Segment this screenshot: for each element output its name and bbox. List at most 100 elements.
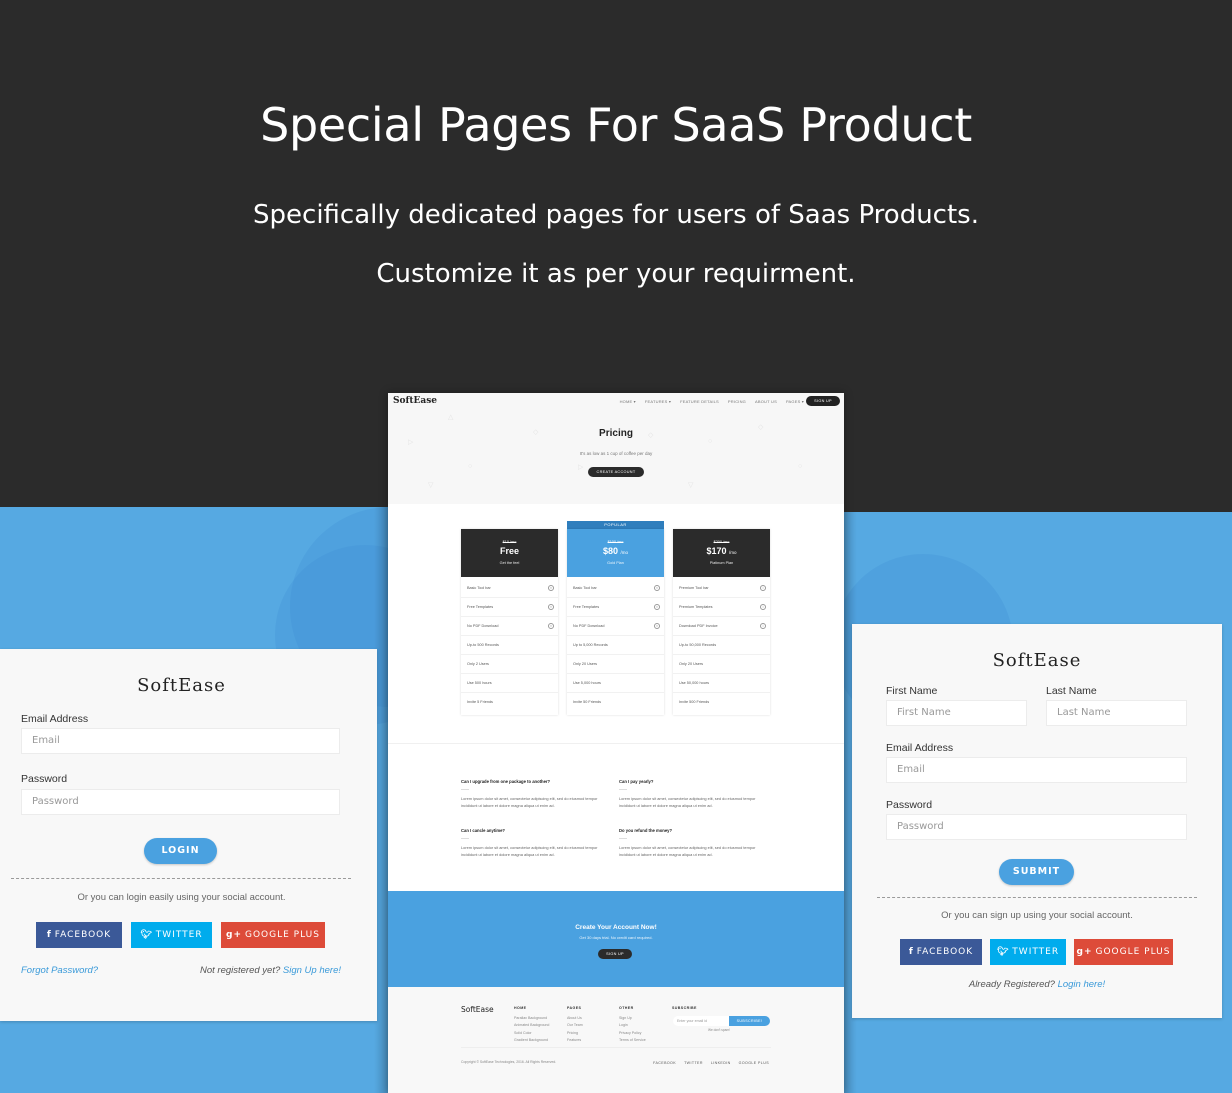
- first-name-input[interactable]: First Name: [886, 700, 1027, 726]
- footer-linkedin-link[interactable]: LINKEDIN: [711, 1061, 731, 1065]
- pricing-tagline: It's as low as 1 cup of coffee per day: [579, 451, 653, 456]
- password-label: Password: [21, 773, 68, 785]
- footer-link[interactable]: Terms of Service: [619, 1038, 646, 1042]
- faq-item: Can I pay yearly? Lorem ipsum dolor sit …: [619, 779, 769, 809]
- faq-underline: [619, 838, 627, 839]
- plan-feature: Free Templates ×: [461, 598, 558, 617]
- plan-card-free[interactable]: $10 /mo Free Get the feel Basic Tool bar…: [461, 529, 558, 715]
- faq-item: Do you refund the money? Lorem ipsum dol…: [619, 828, 769, 858]
- subscribe-button[interactable]: SUBSCRIBE!: [729, 1016, 770, 1026]
- facebook-label: FACEBOOK: [916, 947, 974, 957]
- footer-link[interactable]: About Us: [567, 1016, 583, 1020]
- spam-note: We don't spam!: [708, 1028, 730, 1032]
- twitter-icon: 🐦︎: [140, 930, 153, 940]
- cta-title: Create Your Account Now!: [575, 924, 657, 931]
- pattern-shape: ▷: [408, 439, 414, 446]
- nav-item-pages[interactable]: PAGES ▾: [786, 399, 804, 404]
- twitter-button[interactable]: 🐦︎ TWITTER: [131, 922, 212, 948]
- plan-feature: Invite 500 Friends: [679, 700, 710, 704]
- login-prompt: Already Registered? Login here!: [852, 979, 1222, 990]
- nav-signup-button[interactable]: SIGN UP: [806, 396, 840, 406]
- plan-feature: Premium Tool bar i: [673, 579, 770, 598]
- pattern-shape: △: [448, 414, 454, 421]
- subscribe-email-input[interactable]: Enter your email id: [673, 1016, 729, 1026]
- pattern-shape: ▽: [688, 482, 694, 489]
- plan-feature: Up-to 500 Records: [461, 636, 558, 655]
- nav-item-feature-details[interactable]: FEATURE DETAILS: [680, 399, 719, 404]
- login-button[interactable]: LOGIN: [144, 838, 217, 864]
- cta-signup-button[interactable]: SIGN UP: [598, 949, 632, 959]
- footer-social-links: FACEBOOK TWITTER LINKEDIN GOOGLE PLUS: [653, 1061, 769, 1065]
- nav-item-home[interactable]: HOME ▾: [620, 399, 636, 404]
- create-account-button[interactable]: CREATE ACCOUNT: [588, 467, 644, 477]
- footer-link[interactable]: Login: [619, 1023, 646, 1027]
- plan-feature: Use 5,000 hours: [567, 674, 664, 693]
- footer-link[interactable]: Pricing: [567, 1031, 583, 1035]
- facebook-button[interactable]: f FACEBOOK: [36, 922, 122, 948]
- footer-link[interactable]: Animated Background: [514, 1023, 549, 1027]
- footer-link[interactable]: Sign Up: [619, 1016, 646, 1020]
- already-registered-text: Already Registered?: [968, 979, 1055, 990]
- footer-twitter-link[interactable]: TWITTER: [684, 1061, 703, 1065]
- plan-card-gold[interactable]: $100 /mo $80 /mo Gold Plan Basic Tool ba…: [567, 529, 664, 715]
- close-circle-icon: ×: [548, 623, 554, 629]
- nav-item-features[interactable]: FEATURES ▾: [645, 399, 671, 404]
- plan-feature: Download PDF Invoice i: [673, 617, 770, 636]
- pattern-shape: ▷: [578, 464, 584, 471]
- google-plus-button[interactable]: g+ GOOGLE PLUS: [1074, 939, 1173, 965]
- plan-old-price: $10 /mo: [502, 540, 517, 544]
- plan-feature: Invite 5 Friends: [467, 700, 493, 704]
- google-plus-label: GOOGLE PLUS: [245, 930, 320, 940]
- close-circle-icon: ×: [548, 585, 554, 591]
- facebook-button[interactable]: f FACEBOOK: [900, 939, 982, 965]
- twitter-button[interactable]: 🐦︎ TWITTER: [990, 939, 1066, 965]
- footer-google-plus-link[interactable]: GOOGLE PLUS: [739, 1061, 769, 1065]
- social-note: Or you can sign up using your social acc…: [941, 910, 1133, 921]
- plan-feature: Only 20 Users: [673, 655, 770, 674]
- plan-header: $200 /mo $170 /mo Platinum Plan: [673, 529, 770, 577]
- password-input[interactable]: Password: [21, 789, 340, 815]
- pricing-title: Pricing: [599, 428, 633, 439]
- footer-link[interactable]: Features: [567, 1038, 583, 1042]
- login-link[interactable]: Login here!: [1058, 979, 1106, 990]
- mockup-footer: SoftEase HOME Parallax Background Animat…: [388, 987, 844, 1093]
- email-input[interactable]: Email: [886, 757, 1187, 783]
- last-name-input[interactable]: Last Name: [1046, 700, 1187, 726]
- faq-item: Can I cancle anytime? Lorem ipsum dolor …: [461, 828, 611, 858]
- footer-link[interactable]: Privacy Policy: [619, 1031, 646, 1035]
- close-circle-icon: ×: [654, 585, 660, 591]
- footer-facebook-link[interactable]: FACEBOOK: [653, 1061, 676, 1065]
- register-prompt: Not registered yet? Sign Up here!: [200, 965, 341, 976]
- submit-button[interactable]: SUBMIT: [999, 859, 1074, 885]
- email-input[interactable]: Email: [21, 728, 340, 754]
- facebook-icon: f: [46, 930, 52, 940]
- plan-feature: Only 2 Users: [461, 655, 558, 674]
- popular-badge: POPULAR: [567, 521, 664, 529]
- signup-link[interactable]: Sign Up here!: [283, 965, 341, 976]
- footer-link[interactable]: Gradient Background: [514, 1038, 549, 1042]
- plan-feature: Invite 50 Friends: [573, 700, 602, 704]
- divider: [877, 897, 1197, 898]
- pricing-hero: △ ◇ ▷ ○ ◇ ○ ◇ ○ ▷ ▽ ▽ SoftEase HOME ▾ FE…: [388, 393, 844, 504]
- info-circle-icon: i: [760, 623, 766, 629]
- nav-item-pricing[interactable]: PRICING: [728, 399, 746, 404]
- plan-feature: Free Templates ×: [567, 598, 664, 617]
- close-circle-icon: ×: [548, 604, 554, 610]
- plan-card-platinum[interactable]: $200 /mo $170 /mo Platinum Plan Premium …: [673, 529, 770, 715]
- first-name-label: First Name: [886, 685, 938, 697]
- plan-price: Free: [499, 546, 519, 556]
- forgot-password-link[interactable]: Forgot Password?: [21, 965, 98, 976]
- footer-link[interactable]: Our Team: [567, 1023, 583, 1027]
- nav-item-about-us[interactable]: ABOUT US: [755, 399, 777, 404]
- plan-feature: No PDF Download ×: [567, 617, 664, 636]
- password-input[interactable]: Password: [886, 814, 1187, 840]
- footer-link[interactable]: Parallax Background: [514, 1016, 549, 1020]
- google-plus-button[interactable]: g+ GOOGLE PLUS: [221, 922, 325, 948]
- last-name-label: Last Name: [1046, 685, 1097, 697]
- plan-feature: Up-to 50,000 Records: [673, 636, 770, 655]
- faq-question: Can I pay yearly?: [619, 779, 654, 784]
- twitter-label: TWITTER: [155, 930, 203, 940]
- footer-link[interactable]: Solid Color: [514, 1031, 549, 1035]
- signup-brand: SoftEase: [992, 650, 1082, 671]
- faq-question: Can I upgrade from one package to anothe…: [461, 779, 551, 784]
